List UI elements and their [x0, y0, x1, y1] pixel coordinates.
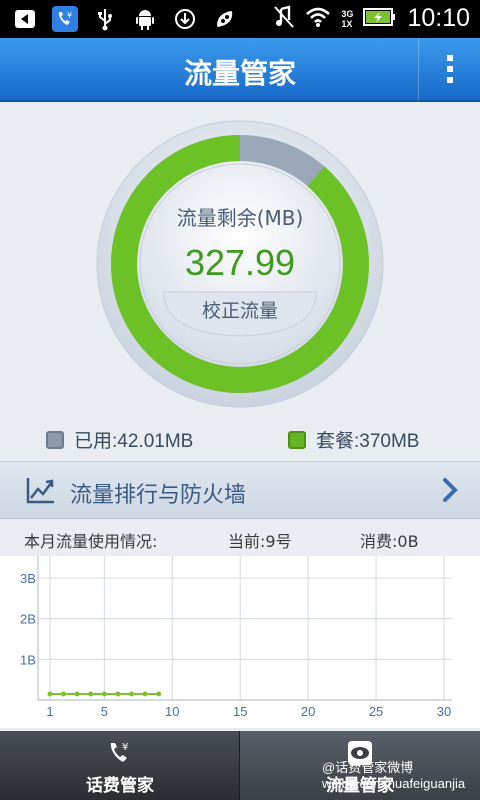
traffic-gauge: 流量剩余(MB) 327.99 校正流量 — [96, 120, 384, 408]
usage-chart-svg: 1B2B3B1 5 10 15 20 25 30 — [20, 556, 452, 719]
y-tick-label: 1B — [20, 652, 36, 667]
x-tick-label: 25 — [369, 704, 383, 719]
android-debug-icon — [132, 6, 158, 32]
tab-bill-manager[interactable]: ¥ 话费管家 — [0, 731, 240, 800]
current-day: 当前:9号 — [228, 532, 292, 551]
monthly-usage-title: 本月流量使用情况: — [24, 532, 158, 551]
x-tick-label: 20 — [301, 704, 315, 719]
data-point — [142, 691, 148, 697]
tab-bill-manager-label: 话费管家 — [86, 776, 154, 796]
data-point — [47, 691, 53, 697]
x-tick-label: 10 — [165, 704, 179, 719]
watermark-line-2: weibo.com/huafeiguanjia — [322, 776, 466, 791]
data-point — [61, 691, 67, 697]
watermark-line-1: @话费管家微博 — [322, 760, 414, 775]
phone-app-icon: ¥ — [52, 6, 78, 32]
x-tick-label: 30 — [437, 704, 451, 719]
data-point — [156, 691, 162, 697]
data-point — [129, 691, 135, 697]
svg-text:¥: ¥ — [122, 742, 128, 753]
data-point — [115, 691, 121, 697]
no-signal-note-icon — [273, 4, 295, 33]
data-point — [88, 691, 94, 697]
network-1x-label: 1X — [341, 18, 353, 29]
usb-icon — [92, 6, 118, 32]
chevron-right-icon — [443, 478, 458, 502]
y-tick-label: 3B — [20, 571, 36, 586]
monthly-usage-chart: 1B 2B 3B 1 5 10 15 20 25 30 — [0, 556, 480, 728]
weibo-watermark: @话费管家微博 weibo.com/huafeiguanjia — [322, 760, 465, 792]
page-title: 流量管家 — [183, 57, 296, 90]
status-bar-left: ¥ — [12, 6, 238, 32]
network-3g-label: 3G — [341, 8, 354, 19]
overflow-menu-button[interactable] — [418, 38, 480, 100]
ranking-label: 流量排行与防火墙 — [70, 483, 247, 508]
plan-swatch — [288, 430, 306, 449]
status-bar-right: 3G 1X 10:10 — [273, 4, 470, 33]
download-icon — [172, 6, 198, 32]
ranking-firewall-row[interactable]: 流量排行与防火墙 — [0, 461, 480, 519]
back-icon — [12, 6, 38, 32]
used-label: 已用:42.01MB — [74, 431, 194, 452]
remaining-traffic-value: 327.99 — [184, 242, 296, 283]
x-tick-label: 5 — [101, 704, 108, 719]
status-bar: ¥ 3G 1X 10:10 — [0, 0, 480, 38]
battery-charging-icon — [363, 7, 397, 31]
more-vertical-icon — [446, 55, 453, 83]
title-bar: 流量管家 — [0, 38, 480, 102]
x-tick-label: 15 — [233, 704, 247, 719]
clock-time: 10:10 — [407, 4, 470, 32]
used-swatch — [46, 430, 64, 449]
phone-yuan-icon: ¥ — [110, 742, 128, 762]
plan-label: 套餐:370MB — [316, 431, 420, 452]
y-tick-label: 2B — [20, 612, 36, 627]
remaining-traffic-label: 流量剩余(MB) — [176, 206, 304, 230]
signal-icon: 3G 1X — [341, 9, 353, 29]
wifi-icon — [305, 6, 331, 32]
pea-icon — [212, 6, 238, 32]
legend-plan: 套餐:370MB — [288, 426, 419, 453]
trend-chart-icon — [26, 478, 54, 504]
data-point — [101, 691, 107, 697]
legend-used: 已用:42.01MB — [46, 426, 193, 453]
data-point — [74, 691, 80, 697]
svg-text:¥: ¥ — [67, 11, 72, 20]
x-tick-label: 1 — [46, 704, 53, 719]
usage-cost: 消费:0B — [360, 532, 419, 551]
